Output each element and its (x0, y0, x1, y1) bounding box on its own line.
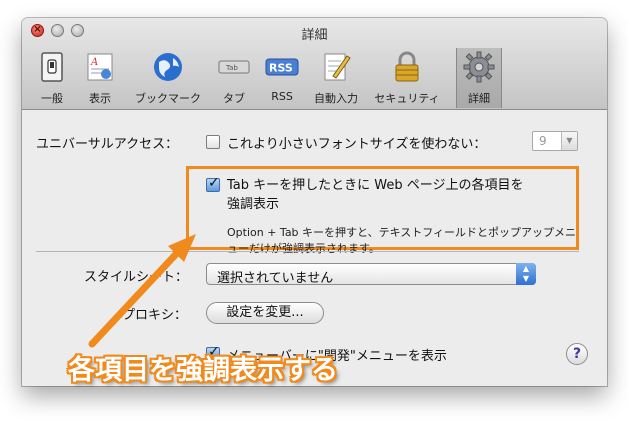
tab-highlight-label-line2: 強調表示 (227, 197, 280, 212)
min-font-checkbox[interactable] (206, 135, 220, 149)
universal-access-label: ユニバーサルアクセス： (36, 137, 179, 152)
chevron-down-icon: ▼ (561, 132, 577, 150)
updown-arrows-icon: ▲ ▼ (516, 263, 536, 285)
toolbar-item-label: 表示 (89, 92, 111, 105)
appearance-icon: A (87, 53, 113, 81)
toolbar-item-bookmarks[interactable]: ブックマーク (126, 48, 210, 108)
rss-icon-text: RSS (269, 62, 293, 75)
advanced-pane: ユニバーサルアクセス： これより小さいフォントサイズを使わない： 9 ▼ Tab… (22, 111, 607, 386)
toolbar-item-tabs[interactable]: Tab タブ (214, 48, 254, 108)
tab-icon-text: Tab (225, 64, 238, 72)
svg-text:A: A (90, 57, 98, 68)
globe-icon (154, 53, 182, 81)
toolbar-item-autofill[interactable]: 自動入力 (308, 48, 364, 108)
stylesheet-select[interactable]: 選択されていません ▲ ▼ (206, 263, 536, 286)
stylesheet-label: スタイルシート： (84, 270, 189, 285)
toolbar-item-label: 詳細 (468, 92, 490, 105)
preferences-window: × 詳細 一般 A 表示 ブックマーク Tab タブ RSS RSS 自動入力 … (22, 18, 607, 386)
tab-highlight-label-line1: Tab キーを押したときに Web ページ上の各項目を (227, 178, 524, 193)
change-proxy-settings-button[interactable]: 設定を変更... (206, 302, 324, 324)
general-switch-icon (41, 52, 63, 82)
rss-icon: RSS (265, 58, 299, 76)
toolbar-item-appearance[interactable]: A 表示 (80, 48, 120, 108)
toolbar-item-rss[interactable]: RSS RSS (262, 48, 302, 108)
min-font-label: これより小さいフォントサイズを使わない： (227, 137, 487, 152)
tab-highlight-checkbox[interactable] (206, 175, 220, 192)
toolbar-item-label: ブックマーク (135, 92, 201, 105)
lock-icon (395, 51, 419, 82)
toolbar-item-label: タブ (223, 92, 245, 105)
toolbar-item-general[interactable]: 一般 (32, 48, 72, 108)
proxy-label: プロキシ： (122, 308, 188, 323)
toolbar-item-advanced[interactable]: 詳細 (456, 48, 502, 108)
toolbar: × 詳細 一般 A 表示 ブックマーク Tab タブ RSS RSS 自動入力 … (22, 18, 607, 110)
divider (36, 251, 579, 252)
toolbar-item-security[interactable]: セキュリティ (372, 48, 442, 108)
autofill-icon (324, 53, 351, 81)
min-font-size-value: 9 (539, 134, 547, 148)
tab-icon: Tab (218, 60, 250, 74)
window-title: 詳細 (301, 28, 328, 43)
toolbar-item-label: セキュリティ (374, 92, 440, 105)
toolbar-item-label: RSS (271, 90, 293, 103)
tab-highlight-description: Option + Tab キーを押すと、テキストフィールドとポップアップメニュー… (227, 226, 577, 255)
toolbar-item-label: 一般 (41, 92, 63, 105)
stylesheet-value: 選択されていません (217, 271, 334, 286)
help-button[interactable]: ? (566, 343, 588, 365)
min-font-size-select[interactable]: 9 ▼ (532, 131, 578, 151)
toolbar-item-label: 自動入力 (314, 92, 358, 105)
gear-icon (463, 51, 495, 83)
annotation-caption: 各項目を強調表示する (68, 355, 338, 386)
